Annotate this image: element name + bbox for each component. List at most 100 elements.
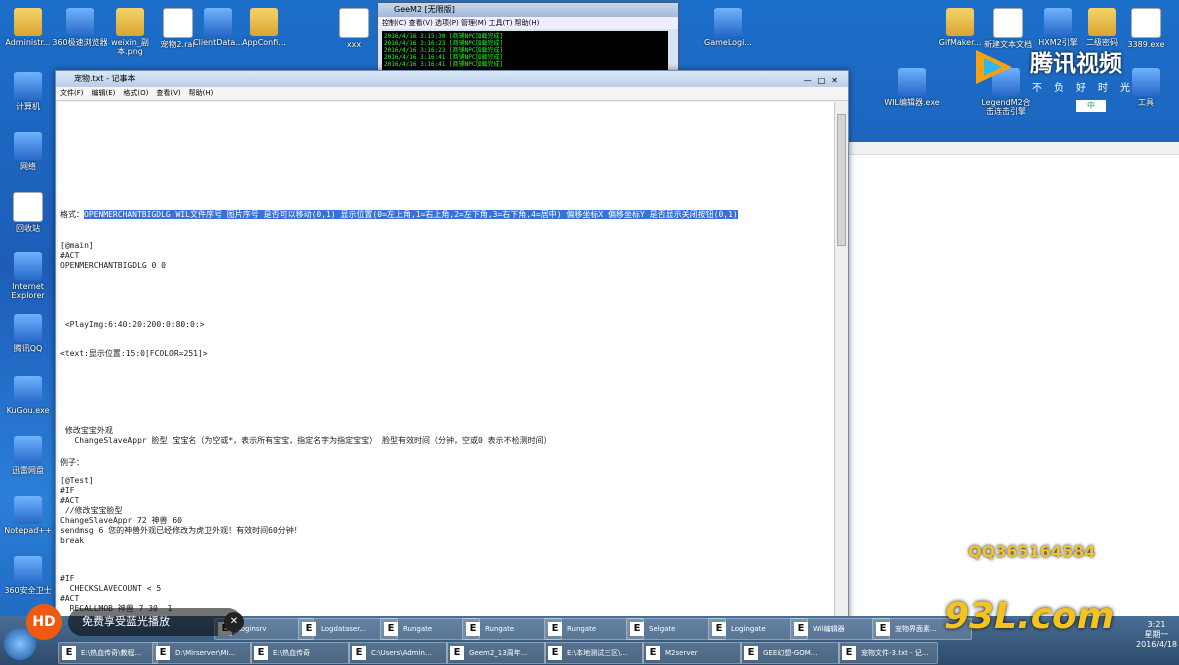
tencent-video-logo-icon [976, 50, 1012, 84]
desktop-icon-label: 360安全卫士 [4, 586, 52, 595]
ime-indicator[interactable]: 中 [1076, 100, 1106, 112]
desktop-icon-label: xxx [346, 40, 362, 49]
taskbar-button-label: E:\本地测试三区\... [567, 649, 628, 657]
taskbar-button[interactable]: E D:\Mirserver\Mi... [152, 642, 252, 664]
desktop-icon[interactable]: Notepad++ [0, 496, 56, 535]
desktop-icon[interactable]: KuGou.exe [0, 376, 56, 415]
menu-item[interactable]: 帮助(H) [189, 89, 214, 97]
taskbar-button-label: 宠物文件-3.txt - 记... [861, 649, 929, 657]
console-titlebar[interactable]: GeeM2 [无限版] [378, 3, 678, 17]
taskbar-button[interactable]: E GEE幻想-GOM... [740, 642, 840, 664]
menu-item[interactable]: 查看(V) [156, 89, 180, 97]
console-line: 2016/4/16 3:16:41 [商铺NPC加载完成] [384, 61, 504, 68]
file-icon [339, 8, 369, 38]
app-icon: E [630, 622, 644, 636]
app-icon: E [646, 646, 660, 660]
selected-text[interactable]: OPENMERCHANTBIGDLG WIL文件序号 图片序号 是否可以移动(0… [84, 210, 738, 219]
app-icon: E [352, 646, 366, 660]
app-icon: E [384, 622, 398, 636]
notepad-window[interactable]: 宠物.txt - 记事本 —□✕ 文件(F) 编辑(E) 格式(O) 查看(V) 帮助(… [55, 70, 849, 622]
taskbar-button[interactable]: E 宠物文件-3.txt - 记... [838, 642, 938, 664]
desktop-icon[interactable]: 计算机 [0, 72, 56, 111]
text-line: OPENMERCHANTBIGDLG 0 0 [60, 261, 166, 270]
notepad-titlebar[interactable]: 宠物.txt - 记事本 —□✕ [56, 71, 848, 87]
app-icon: E [62, 646, 76, 660]
background-window-toolbar [848, 142, 1179, 155]
text-line: <PlayImg:6:40:20:200:0:80:0:> [60, 320, 205, 329]
desktop-icon[interactable]: 360极速浏览器 [52, 8, 108, 47]
menu-item[interactable]: 格式(O) [123, 89, 148, 97]
desktop-icon[interactable]: 360安全卫士 [0, 556, 56, 595]
scrollbar-thumb[interactable] [837, 114, 846, 246]
desktop-icon[interactable]: 迅雷网盘 [0, 436, 56, 475]
app-icon [14, 72, 42, 100]
taskbar-button-label: Rungate [485, 625, 515, 633]
notepad-text-area[interactable]: 格式：OPENMERCHANTBIGDLG WIL文件序号 图片序号 是否可以移… [58, 102, 834, 621]
taskbar-button[interactable]: E E:\热血传奇\教程... [58, 642, 158, 664]
text-line: #ACT [60, 496, 80, 505]
taskbar-button[interactable]: E C:\Users\Admin... [348, 642, 448, 664]
desktop-icon[interactable]: 3389.exe [1118, 8, 1174, 49]
qq-contact-text: QQ365164584 [968, 542, 1096, 561]
taskbar-button-label: GEE幻想-GOM... [763, 649, 818, 657]
desktop-icon-label: 腾讯QQ [13, 344, 43, 353]
desktop-icon-label: Internet Explorer [11, 282, 45, 300]
app-icon [14, 436, 42, 464]
maximize-icon[interactable]: □ [818, 76, 832, 85]
app-icon [14, 8, 42, 36]
desktop-icon[interactable]: Administr... [0, 8, 56, 47]
app-icon: E [712, 622, 726, 636]
taskbar-button[interactable]: E Geem2_13周年... [446, 642, 546, 664]
desktop-icon[interactable]: xxx [326, 8, 382, 49]
desktop-icon[interactable]: WIL编辑器.exe [884, 68, 940, 107]
desktop-icon[interactable]: 网络 [0, 132, 56, 171]
console-menubar[interactable]: 控制(C) 查看(V) 选项(P) 管理(M) 工具(T) 帮助(H) [378, 17, 678, 29]
taskbar-button[interactable]: E E:\热血传奇 [250, 642, 350, 664]
vertical-scrollbar[interactable] [834, 102, 848, 621]
minimize-icon[interactable]: — [804, 76, 818, 85]
system-clock[interactable]: 3:21 星期一 2016/4/18 [1136, 620, 1177, 650]
site-logo: 93L.com [944, 596, 1115, 637]
desktop-icon[interactable]: AppConfi... [236, 8, 292, 47]
desktop-icon[interactable]: 新建文本文档 [980, 8, 1036, 49]
app-icon: E [794, 622, 808, 636]
desktop-icon-label: Administr... [5, 38, 51, 47]
close-icon[interactable]: ✕ [224, 612, 244, 632]
text-line: #IF [60, 574, 75, 583]
taskbar-button-label: Selgate [649, 625, 676, 633]
notepad-menubar: 文件(F) 编辑(E) 格式(O) 查看(V) 帮助(H) [56, 87, 848, 101]
clock-time: 3:21 [1147, 620, 1166, 629]
text-line: [@main] [60, 241, 94, 250]
text-line: //修改宝宝脸型 [60, 506, 123, 515]
menu-item[interactable]: 文件(F) [60, 89, 84, 97]
taskbar-button[interactable]: E E:\本地测试三区\... [544, 642, 644, 664]
taskbar-button-label: Logingate [731, 625, 766, 633]
menu-item[interactable]: 编辑(E) [92, 89, 116, 97]
desktop-icon[interactable]: 回收站 [0, 192, 56, 233]
clock-date: 2016/4/18 [1136, 640, 1178, 649]
app-icon: E [302, 622, 316, 636]
hd-badge[interactable]: HD [26, 604, 62, 640]
desktop-icon-label: weixin_副本.png [111, 38, 149, 56]
window-controls[interactable]: —□✕ [804, 73, 844, 89]
app-icon [14, 496, 42, 524]
taskbar-button-label: E:\热血传奇 [273, 649, 311, 657]
taskbar-button-label: D:\Mirserver\Mi... [175, 649, 236, 657]
desktop-icon[interactable]: 腾讯QQ [0, 314, 56, 353]
app-icon: E [876, 622, 890, 636]
text-line: 例子： [60, 458, 84, 467]
taskbar-button[interactable]: E M2server [642, 642, 742, 664]
desktop-icon-label: WIL编辑器.exe [884, 98, 940, 107]
text-line: 修改宝宝外观 [60, 426, 113, 435]
app-icon: E [254, 646, 268, 660]
desktop-icon[interactable]: GameLogi... [700, 8, 756, 47]
app-icon [14, 376, 42, 404]
desktop-icon-label: 计算机 [16, 102, 40, 111]
bluray-promo-banner[interactable]: 免费享受蓝光播放 ✕ [68, 608, 244, 636]
app-icon: E [548, 646, 562, 660]
desktop-icon-label: 迅雷网盘 [12, 466, 44, 475]
close-icon[interactable]: ✕ [831, 76, 844, 85]
desktop-icon[interactable]: Internet Explorer [0, 252, 56, 300]
geem2-console-window[interactable]: GeeM2 [无限版] 控制(C) 查看(V) 选项(P) 管理(M) 工具(T… [377, 2, 679, 74]
desktop-icon-label: 网络 [20, 162, 36, 171]
